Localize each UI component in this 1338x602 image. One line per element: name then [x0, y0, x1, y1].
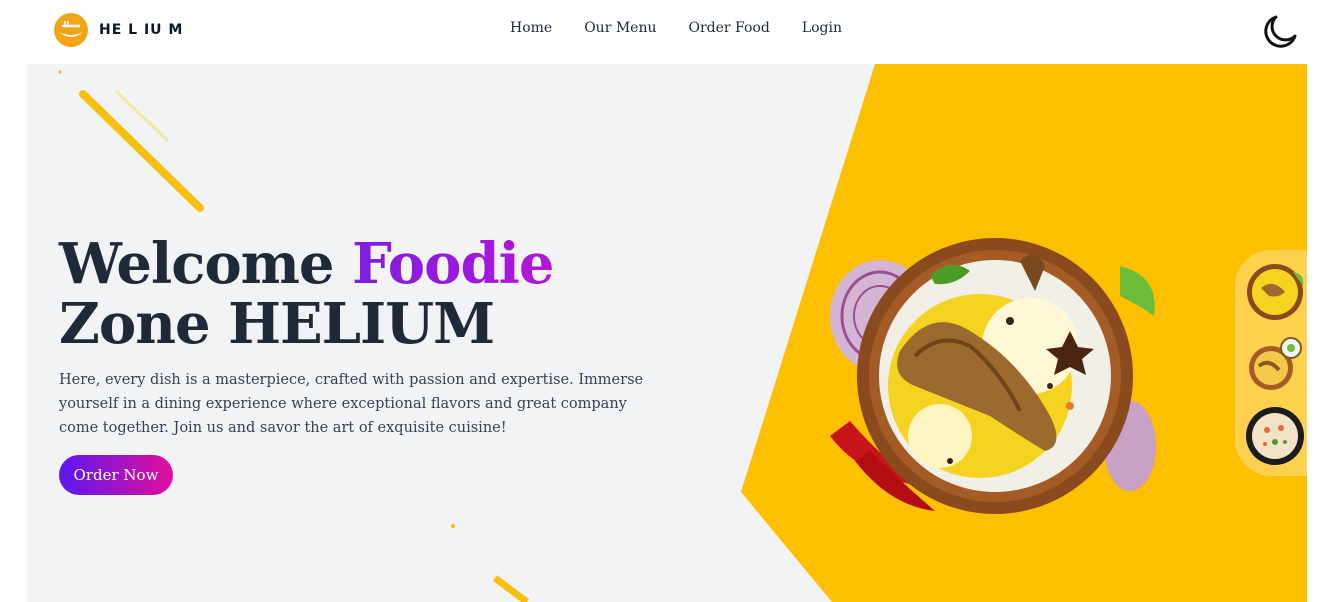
dish-thumbnails — [1235, 250, 1307, 476]
biryani-raita-thumb[interactable] — [1245, 334, 1305, 394]
order-now-button[interactable]: Order Now — [59, 455, 173, 495]
nav-our-menu[interactable]: Our Menu — [584, 20, 656, 36]
biryani-plate-image — [830, 238, 1156, 514]
logo[interactable]: HE L IU M — [53, 12, 183, 48]
nav-links: Home Our Menu Order Food Login — [510, 20, 842, 36]
fried-rice-thumb[interactable] — [1245, 406, 1305, 466]
brand-name: HE L IU M — [99, 22, 184, 38]
hero-description: Here, every dish is a masterpiece, craft… — [59, 372, 644, 436]
headline-line2: Zone HELIUM — [59, 291, 495, 357]
hero-section: Welcome Foodie Zone HELIUM Here, every di… — [27, 64, 1307, 602]
hero-headline: Welcome Foodie Zone HELIUM — [59, 231, 555, 357]
nav-login[interactable]: Login — [802, 20, 842, 36]
moon-icon[interactable] — [1259, 12, 1299, 52]
headline-accent: Foodie — [352, 231, 554, 297]
logo-icon — [54, 13, 88, 47]
nav-order-food[interactable]: Order Food — [689, 20, 770, 36]
nav-home[interactable]: Home — [510, 20, 552, 36]
headline-part1: Welcome — [59, 231, 353, 297]
chicken-biryani-thumb[interactable] — [1245, 262, 1305, 322]
navbar: HE L IU M Home Our Menu Order Food Login — [0, 0, 1338, 64]
